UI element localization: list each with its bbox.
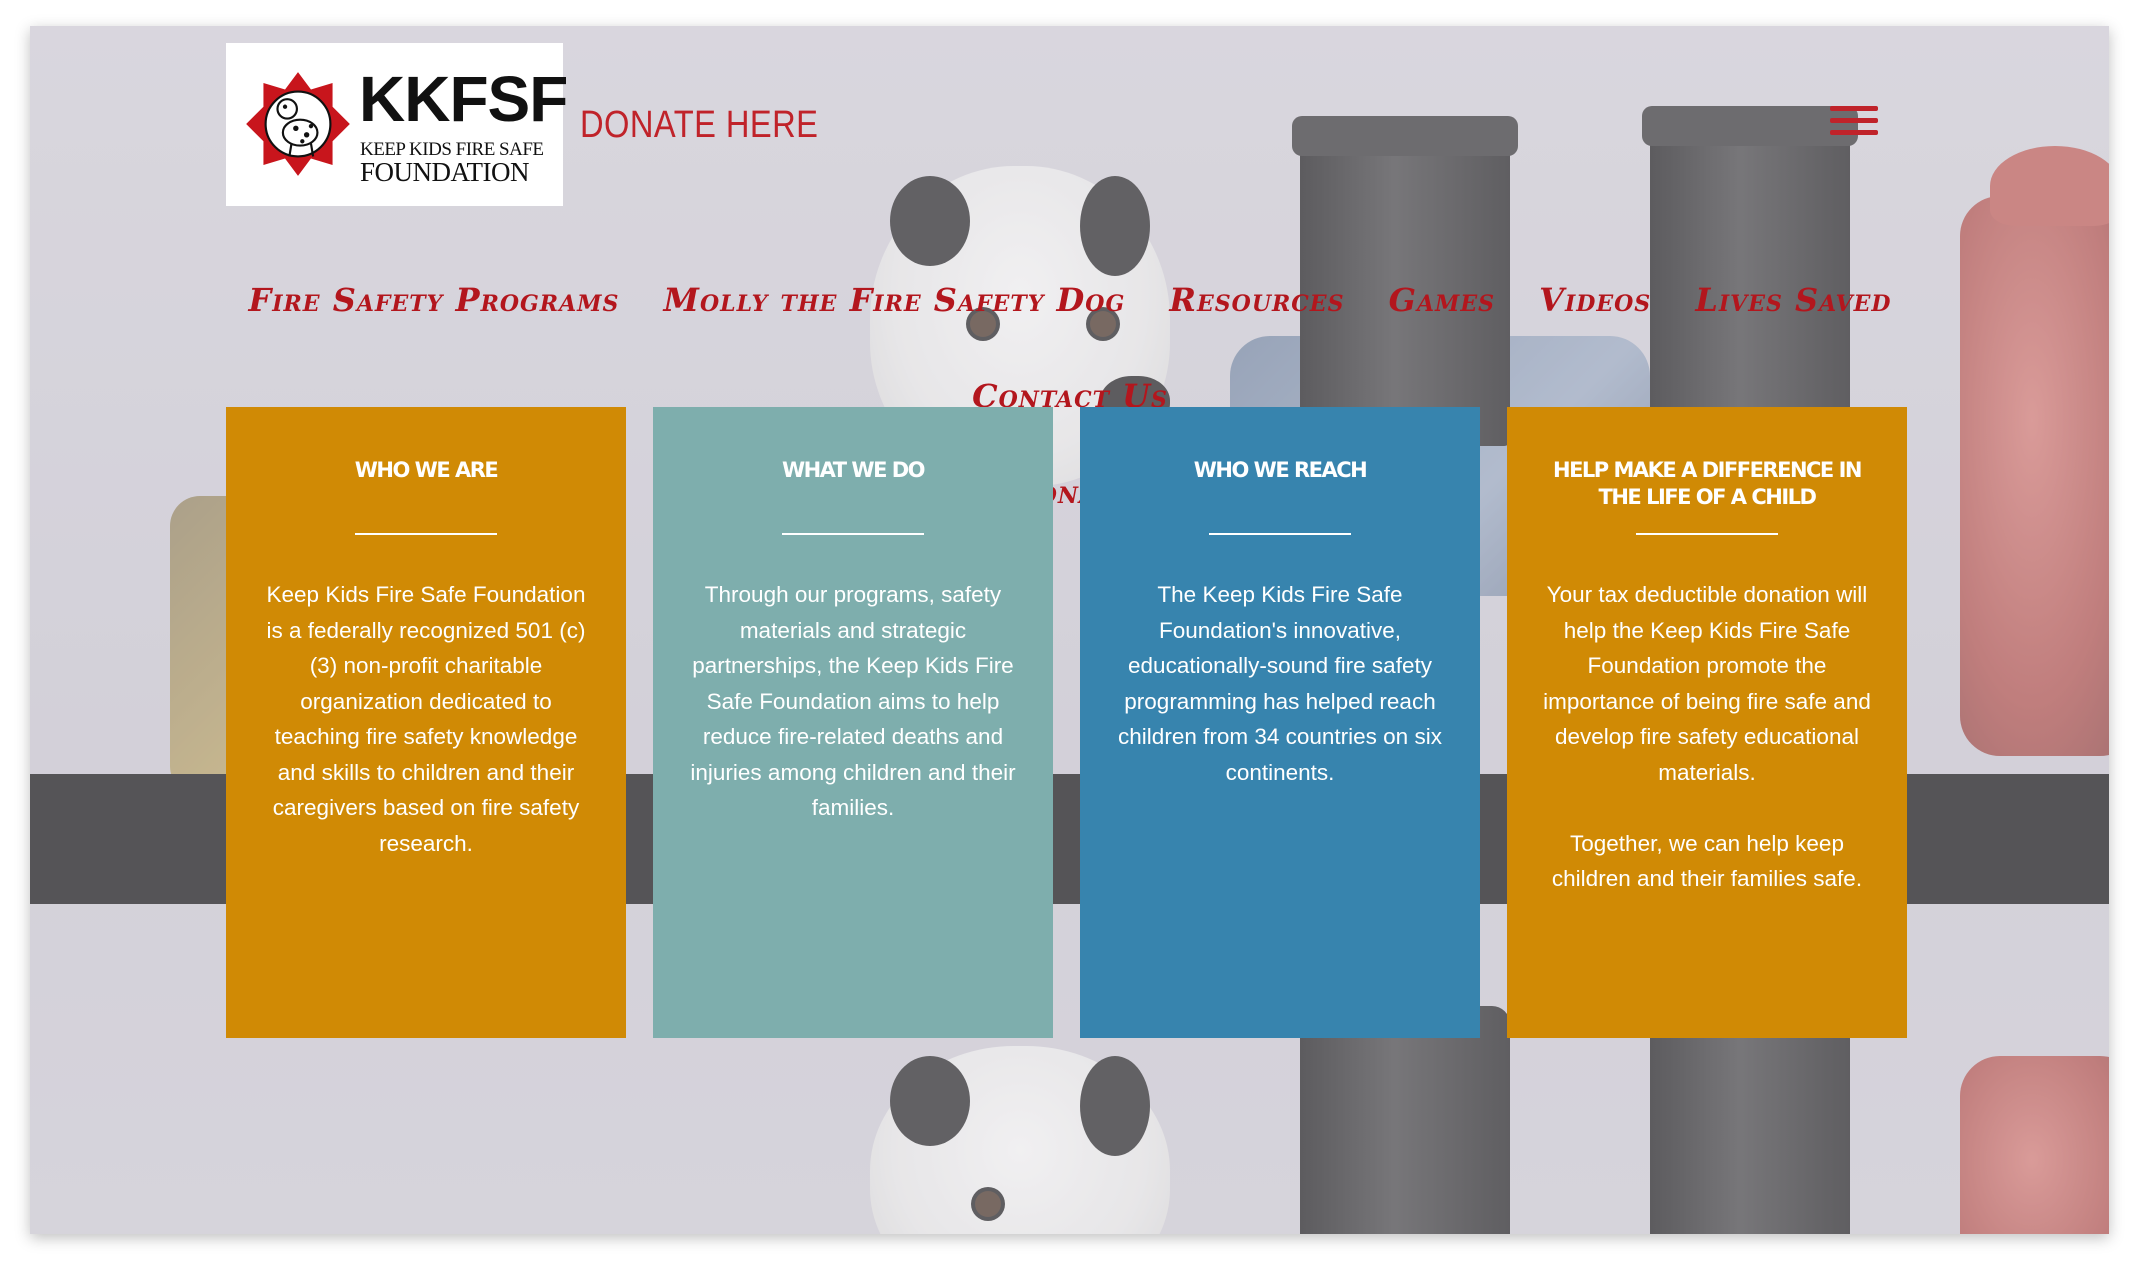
browser-viewport: KKFSF KEEP KIDS FIRE SAFE FOUNDATION DON… (30, 26, 2109, 1234)
card-body: The Keep Kids Fire Safe Foundation's inn… (1118, 582, 1442, 785)
nav-resources[interactable]: Resources (1169, 281, 1344, 319)
nav-lives-saved[interactable]: Lives Saved (1695, 281, 1891, 319)
nav-molly-the-fire-safety-dog[interactable]: Molly the Fire Safety Dog (664, 281, 1126, 319)
card-what-we-do: WHAT WE DO Through our programs, safety … (653, 407, 1053, 1038)
site-logo[interactable]: KKFSF KEEP KIDS FIRE SAFE FOUNDATION (226, 43, 568, 206)
logo-title: KKFSF (359, 63, 568, 135)
card-body: Through our programs, safety materials a… (690, 582, 1016, 820)
nav-games[interactable]: Games (1389, 281, 1495, 319)
card-divider (782, 533, 924, 535)
card-divider (355, 533, 497, 535)
card-title: WHAT WE DO (781, 458, 926, 482)
logo-subtitle-line2: FOUNDATION (360, 157, 530, 187)
card-title: WHO WE REACH (1193, 458, 1368, 482)
card-divider (1209, 533, 1351, 535)
card-who-we-are: WHO WE ARE Keep Kids Fire Safe Foundatio… (226, 407, 626, 1038)
card-body: Your tax deductible donation will help t… (1543, 582, 1871, 891)
card-divider (1636, 533, 1778, 535)
card-help-make-a-difference: HELP MAKE A DIFFERENCE IN THE LIFE OF A … (1507, 407, 1907, 1038)
card-title: WHO WE ARE (354, 458, 499, 482)
nav-fire-safety-programs[interactable]: Fire Safety Programs (249, 281, 620, 319)
donate-here-link[interactable]: DONATE HERE (580, 104, 818, 147)
card-who-we-reach: WHO WE REACH The Keep Kids Fire Safe Fou… (1080, 407, 1480, 1038)
nav-videos[interactable]: Videos (1539, 281, 1651, 319)
card-body: Keep Kids Fire Safe Foundation is a fede… (266, 582, 586, 856)
maltese-cross-dalmatian-icon (246, 72, 350, 176)
card-title: HELP MAKE A DIFFERENCE IN THE LIFE OF A … (1553, 458, 1862, 509)
hamburger-menu-icon[interactable] (1830, 106, 1880, 138)
